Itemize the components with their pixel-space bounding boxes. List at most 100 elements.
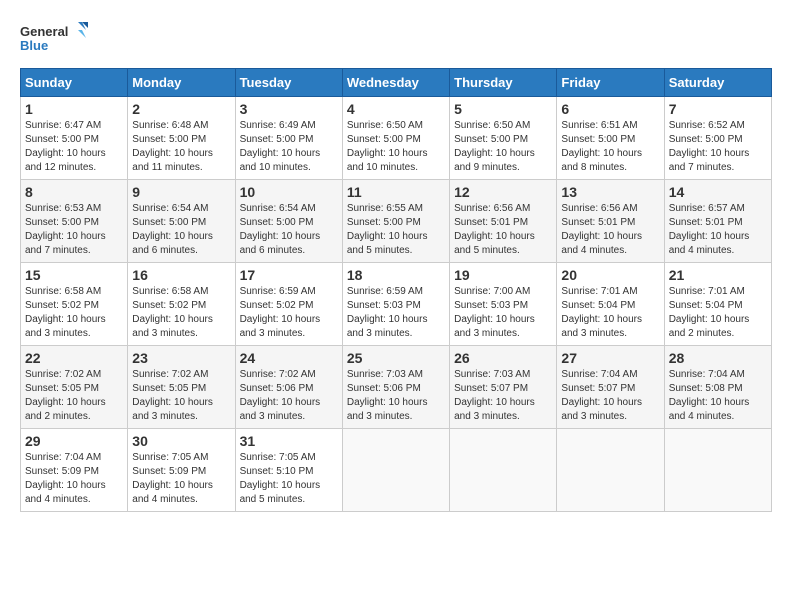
day-info: Sunrise: 7:05 AMSunset: 5:10 PMDaylight:… [240,451,338,507]
day-info: Sunrise: 6:56 AMSunset: 5:01 PMDaylight:… [561,202,659,258]
day-number: 6 [561,101,659,117]
calendar-day-18: 18Sunrise: 6:59 AMSunset: 5:03 PMDayligh… [342,263,449,346]
day-info: Sunrise: 6:57 AMSunset: 5:01 PMDaylight:… [669,202,767,258]
day-info: Sunrise: 7:03 AMSunset: 5:07 PMDaylight:… [454,368,552,424]
calendar-week-row: 1 Sunrise: 6:47 AMSunset: 5:00 PMDaylight… [21,97,772,180]
calendar-week-row: 15 Sunrise: 6:58 AMSunset: 5:02 PMDayligh… [21,263,772,346]
day-number: 27 [561,350,659,366]
calendar-header-friday: Friday [557,69,664,97]
day-number: 4 [347,101,445,117]
calendar-day-5: 5Sunrise: 6:50 AMSunset: 5:00 PMDaylight… [450,97,557,180]
calendar-empty-cell [664,429,771,512]
day-number: 2 [132,101,230,117]
calendar-table: SundayMondayTuesdayWednesdayThursdayFrid… [20,68,772,512]
day-number: 13 [561,184,659,200]
day-info: Sunrise: 7:03 AMSunset: 5:06 PMDaylight:… [347,368,445,424]
day-number: 30 [132,433,230,449]
calendar-empty-cell [342,429,449,512]
day-number: 25 [347,350,445,366]
calendar-day-23: 23 Sunrise: 7:02 AMSunset: 5:05 PMDayligh… [128,346,235,429]
day-info: Sunrise: 6:54 AMSunset: 5:00 PMDaylight:… [240,202,338,258]
calendar-day-27: 27 Sunrise: 7:04 AMSunset: 5:07 PMDayligh… [557,346,664,429]
day-info: Sunrise: 6:53 AMSunset: 5:00 PMDaylight:… [25,202,123,258]
day-number: 21 [669,267,767,283]
svg-text:Blue: Blue [20,38,48,53]
calendar-day-26: 26Sunrise: 7:03 AMSunset: 5:07 PMDayligh… [450,346,557,429]
day-info: Sunrise: 7:01 AMSunset: 5:04 PMDaylight:… [561,285,659,341]
calendar-day-15: 15 Sunrise: 6:58 AMSunset: 5:02 PMDayligh… [21,263,128,346]
calendar-day-29: 29 Sunrise: 7:04 AMSunset: 5:09 PMDayligh… [21,429,128,512]
day-number: 14 [669,184,767,200]
calendar-day-13: 13 Sunrise: 6:56 AMSunset: 5:01 PMDayligh… [557,180,664,263]
calendar-day-4: 4 Sunrise: 6:50 AMSunset: 5:00 PMDaylight… [342,97,449,180]
calendar-day-22: 22 Sunrise: 7:02 AMSunset: 5:05 PMDayligh… [21,346,128,429]
calendar-day-11: 11 Sunrise: 6:55 AMSunset: 5:00 PMDayligh… [342,180,449,263]
day-number: 3 [240,101,338,117]
calendar-day-12: 12Sunrise: 6:56 AMSunset: 5:01 PMDayligh… [450,180,557,263]
calendar-day-6: 6 Sunrise: 6:51 AMSunset: 5:00 PMDaylight… [557,97,664,180]
day-info: Sunrise: 6:51 AMSunset: 5:00 PMDaylight:… [561,119,659,175]
calendar-day-24: 24Sunrise: 7:02 AMSunset: 5:06 PMDayligh… [235,346,342,429]
day-number: 10 [240,184,338,200]
calendar-empty-cell [557,429,664,512]
calendar-header-saturday: Saturday [664,69,771,97]
day-number: 8 [25,184,123,200]
calendar-header-thursday: Thursday [450,69,557,97]
calendar-header-row: SundayMondayTuesdayWednesdayThursdayFrid… [21,69,772,97]
calendar-day-8: 8 Sunrise: 6:53 AMSunset: 5:00 PMDaylight… [21,180,128,263]
calendar-day-2: 2 Sunrise: 6:48 AMSunset: 5:00 PMDaylight… [128,97,235,180]
logo-icon: General Blue [20,20,90,58]
day-info: Sunrise: 6:58 AMSunset: 5:02 PMDaylight:… [25,285,123,341]
day-info: Sunrise: 7:02 AMSunset: 5:05 PMDaylight:… [25,368,123,424]
calendar-day-14: 14 Sunrise: 6:57 AMSunset: 5:01 PMDayligh… [664,180,771,263]
calendar-header-tuesday: Tuesday [235,69,342,97]
calendar-day-9: 9 Sunrise: 6:54 AMSunset: 5:00 PMDaylight… [128,180,235,263]
day-number: 9 [132,184,230,200]
day-number: 22 [25,350,123,366]
day-info: Sunrise: 7:04 AMSunset: 5:07 PMDaylight:… [561,368,659,424]
day-number: 16 [132,267,230,283]
calendar-empty-cell [450,429,557,512]
day-info: Sunrise: 6:48 AMSunset: 5:00 PMDaylight:… [132,119,230,175]
calendar-header-wednesday: Wednesday [342,69,449,97]
calendar-day-16: 16Sunrise: 6:58 AMSunset: 5:02 PMDayligh… [128,263,235,346]
day-number: 15 [25,267,123,283]
day-number: 19 [454,267,552,283]
calendar-header-sunday: Sunday [21,69,128,97]
day-info: Sunrise: 6:50 AMSunset: 5:00 PMDaylight:… [347,119,445,175]
day-info: Sunrise: 6:55 AMSunset: 5:00 PMDaylight:… [347,202,445,258]
svg-text:General: General [20,24,68,39]
day-number: 31 [240,433,338,449]
day-number: 28 [669,350,767,366]
day-info: Sunrise: 7:02 AMSunset: 5:05 PMDaylight:… [132,368,230,424]
calendar-day-1: 1 Sunrise: 6:47 AMSunset: 5:00 PMDaylight… [21,97,128,180]
day-number: 23 [132,350,230,366]
day-info: Sunrise: 7:00 AMSunset: 5:03 PMDaylight:… [454,285,552,341]
calendar-day-28: 28Sunrise: 7:04 AMSunset: 5:08 PMDayligh… [664,346,771,429]
day-number: 29 [25,433,123,449]
day-number: 7 [669,101,767,117]
logo: General Blue [20,20,90,58]
calendar-day-25: 25 Sunrise: 7:03 AMSunset: 5:06 PMDayligh… [342,346,449,429]
calendar-day-19: 19 Sunrise: 7:00 AMSunset: 5:03 PMDayligh… [450,263,557,346]
calendar-day-20: 20 Sunrise: 7:01 AMSunset: 5:04 PMDayligh… [557,263,664,346]
day-info: Sunrise: 6:59 AMSunset: 5:02 PMDaylight:… [240,285,338,341]
day-number: 1 [25,101,123,117]
day-info: Sunrise: 7:04 AMSunset: 5:09 PMDaylight:… [25,451,123,507]
calendar-week-row: 29 Sunrise: 7:04 AMSunset: 5:09 PMDayligh… [21,429,772,512]
page-header: General Blue [20,20,772,58]
day-number: 17 [240,267,338,283]
day-number: 18 [347,267,445,283]
calendar-week-row: 22 Sunrise: 7:02 AMSunset: 5:05 PMDayligh… [21,346,772,429]
calendar-day-31: 31 Sunrise: 7:05 AMSunset: 5:10 PMDayligh… [235,429,342,512]
day-info: Sunrise: 6:54 AMSunset: 5:00 PMDaylight:… [132,202,230,258]
day-info: Sunrise: 6:47 AMSunset: 5:00 PMDaylight:… [25,119,123,175]
day-number: 20 [561,267,659,283]
day-info: Sunrise: 7:01 AMSunset: 5:04 PMDaylight:… [669,285,767,341]
day-info: Sunrise: 6:56 AMSunset: 5:01 PMDaylight:… [454,202,552,258]
day-info: Sunrise: 6:52 AMSunset: 5:00 PMDaylight:… [669,119,767,175]
day-number: 11 [347,184,445,200]
calendar-day-10: 10 Sunrise: 6:54 AMSunset: 5:00 PMDayligh… [235,180,342,263]
calendar-day-17: 17 Sunrise: 6:59 AMSunset: 5:02 PMDayligh… [235,263,342,346]
calendar-header-monday: Monday [128,69,235,97]
